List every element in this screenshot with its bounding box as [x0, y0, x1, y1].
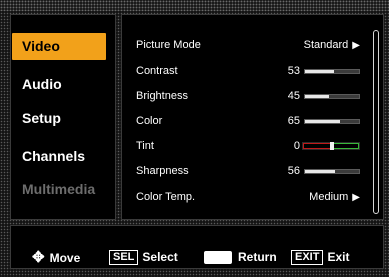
move-icon: ✥ — [32, 249, 45, 266]
slider-fill — [305, 120, 341, 123]
top-band — [0, 0, 389, 11]
setting-label: Picture Mode — [136, 39, 201, 51]
setting-value: 45 — [287, 90, 300, 102]
return-key-icon — [204, 251, 232, 265]
setting-row-color[interactable]: Color 65 — [136, 109, 372, 133]
footer-exit: EXIT Exit — [291, 249, 349, 266]
setting-label: Color — [136, 115, 163, 127]
footer-move: ✥ Move — [32, 249, 80, 266]
sel-key-icon: SEL — [109, 250, 139, 266]
setting-row-picture-mode[interactable]: Picture Mode Standard ▶ — [136, 33, 372, 57]
setting-row-brightness[interactable]: Brightness 45 — [136, 84, 372, 108]
sidebar-item-audio[interactable]: Audio — [12, 71, 106, 98]
footer-select: SEL Select — [109, 249, 178, 266]
setting-label: Sharpness — [136, 165, 189, 177]
footer-select-label: Select — [142, 250, 178, 264]
setting-enum-value[interactable]: Standard ▶ — [304, 39, 360, 51]
tint-knob[interactable] — [330, 142, 334, 150]
scrollbar[interactable] — [373, 30, 379, 214]
setting-label: Brightness — [136, 90, 188, 102]
brightness-slider[interactable] — [304, 94, 360, 99]
setting-row-color-temp[interactable]: Color Temp. Medium ▶ — [136, 185, 372, 209]
setting-label: Color Temp. — [136, 191, 196, 203]
footer-return: Return — [204, 249, 277, 266]
exit-key-icon: EXIT — [291, 250, 324, 266]
contrast-slider[interactable] — [304, 69, 360, 74]
setting-value: 53 — [287, 65, 300, 77]
setting-value: 65 — [287, 115, 300, 127]
right-arrow-icon: ▶ — [352, 192, 360, 203]
setting-value: 0 — [293, 140, 300, 152]
setting-row-contrast[interactable]: Contrast 53 — [136, 59, 372, 83]
setting-enum-value[interactable]: Medium ▶ — [309, 191, 360, 203]
footer-move-label: Move — [49, 251, 81, 265]
setting-row-tint[interactable]: Tint 0 — [136, 134, 372, 158]
setting-row-sharpness[interactable]: Sharpness 56 — [136, 159, 372, 183]
setting-value: Standard — [303, 39, 349, 51]
slider-fill — [305, 170, 336, 173]
sharpness-slider[interactable] — [304, 169, 360, 174]
right-arrow-icon: ▶ — [352, 40, 360, 51]
sidebar-item-channels[interactable]: Channels — [12, 143, 106, 170]
color-slider[interactable] — [304, 119, 360, 124]
setting-value: 56 — [287, 165, 300, 177]
tint-slider[interactable] — [302, 142, 360, 150]
setting-value: Medium — [309, 191, 349, 203]
footer-return-label: Return — [238, 250, 277, 264]
sidebar-item-multimedia: Multimedia — [22, 181, 96, 197]
tint-red-half — [303, 143, 331, 149]
sidebar-item-video[interactable]: Video — [12, 33, 106, 60]
footer-exit-label: Exit — [327, 250, 350, 264]
setting-label: Tint — [136, 140, 154, 152]
sidebar-item-setup[interactable]: Setup — [12, 105, 106, 132]
slider-fill — [305, 95, 330, 98]
setting-label: Contrast — [136, 65, 178, 77]
tint-green-half — [331, 143, 359, 149]
slider-fill — [305, 70, 334, 73]
